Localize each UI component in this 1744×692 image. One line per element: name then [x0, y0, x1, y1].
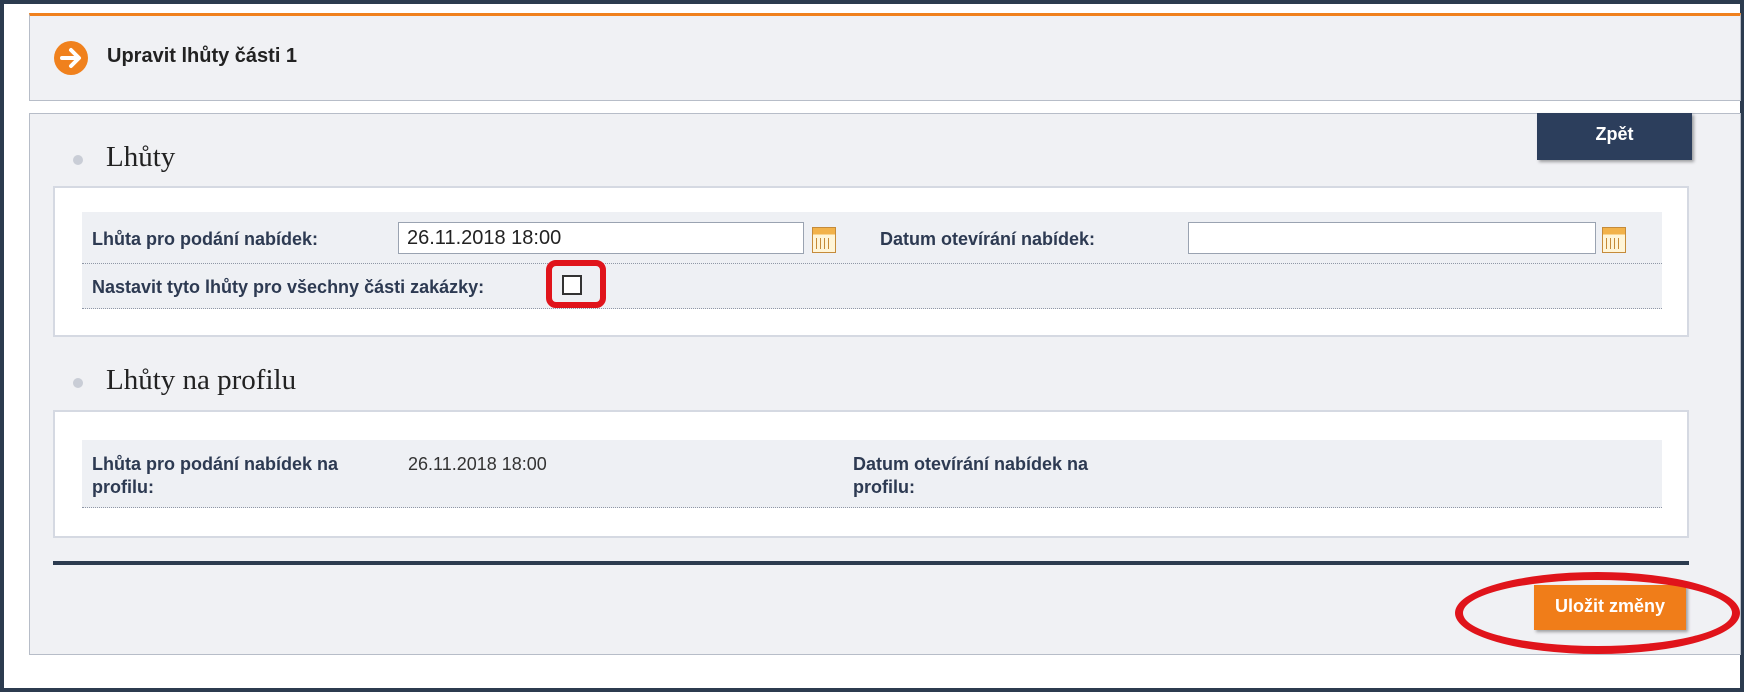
calendar-icon[interactable] [812, 227, 836, 253]
profile-submission-label: Lhůta pro podání nabídek na profilu: [92, 454, 339, 497]
page-title: Upravit lhůty části 1 [107, 45, 298, 67]
annotation-highlight-save [1455, 572, 1740, 654]
submission-deadline-label: Lhůta pro podání nabídek: [92, 229, 318, 249]
section-bullet [73, 155, 83, 165]
deadlines-section-title: Lhůty [106, 141, 176, 173]
arrow-right-circle-icon [54, 41, 88, 75]
profile-submission-value: 26.11.2018 18:00 [408, 454, 547, 474]
apply-all-label: Nastavit tyto lhůty pro všechny části za… [92, 277, 485, 297]
section-bullet [73, 378, 83, 388]
opening-date-label: Datum otevírání nabídek: [880, 229, 1096, 249]
opening-date-input[interactable] [1188, 222, 1596, 254]
profile-deadlines-section-title: Lhůty na profilu [106, 364, 297, 396]
footer-divider [53, 561, 1689, 565]
annotation-highlight-checkbox [546, 260, 606, 308]
submission-deadline-input[interactable] [398, 222, 804, 254]
calendar-icon[interactable] [1602, 227, 1626, 253]
back-button[interactable]: Zpět [1537, 113, 1692, 160]
profile-opening-label: Datum otevírání nabídek na profilu: [853, 454, 1089, 497]
page-header: Upravit lhůty části 1 [29, 13, 1741, 101]
